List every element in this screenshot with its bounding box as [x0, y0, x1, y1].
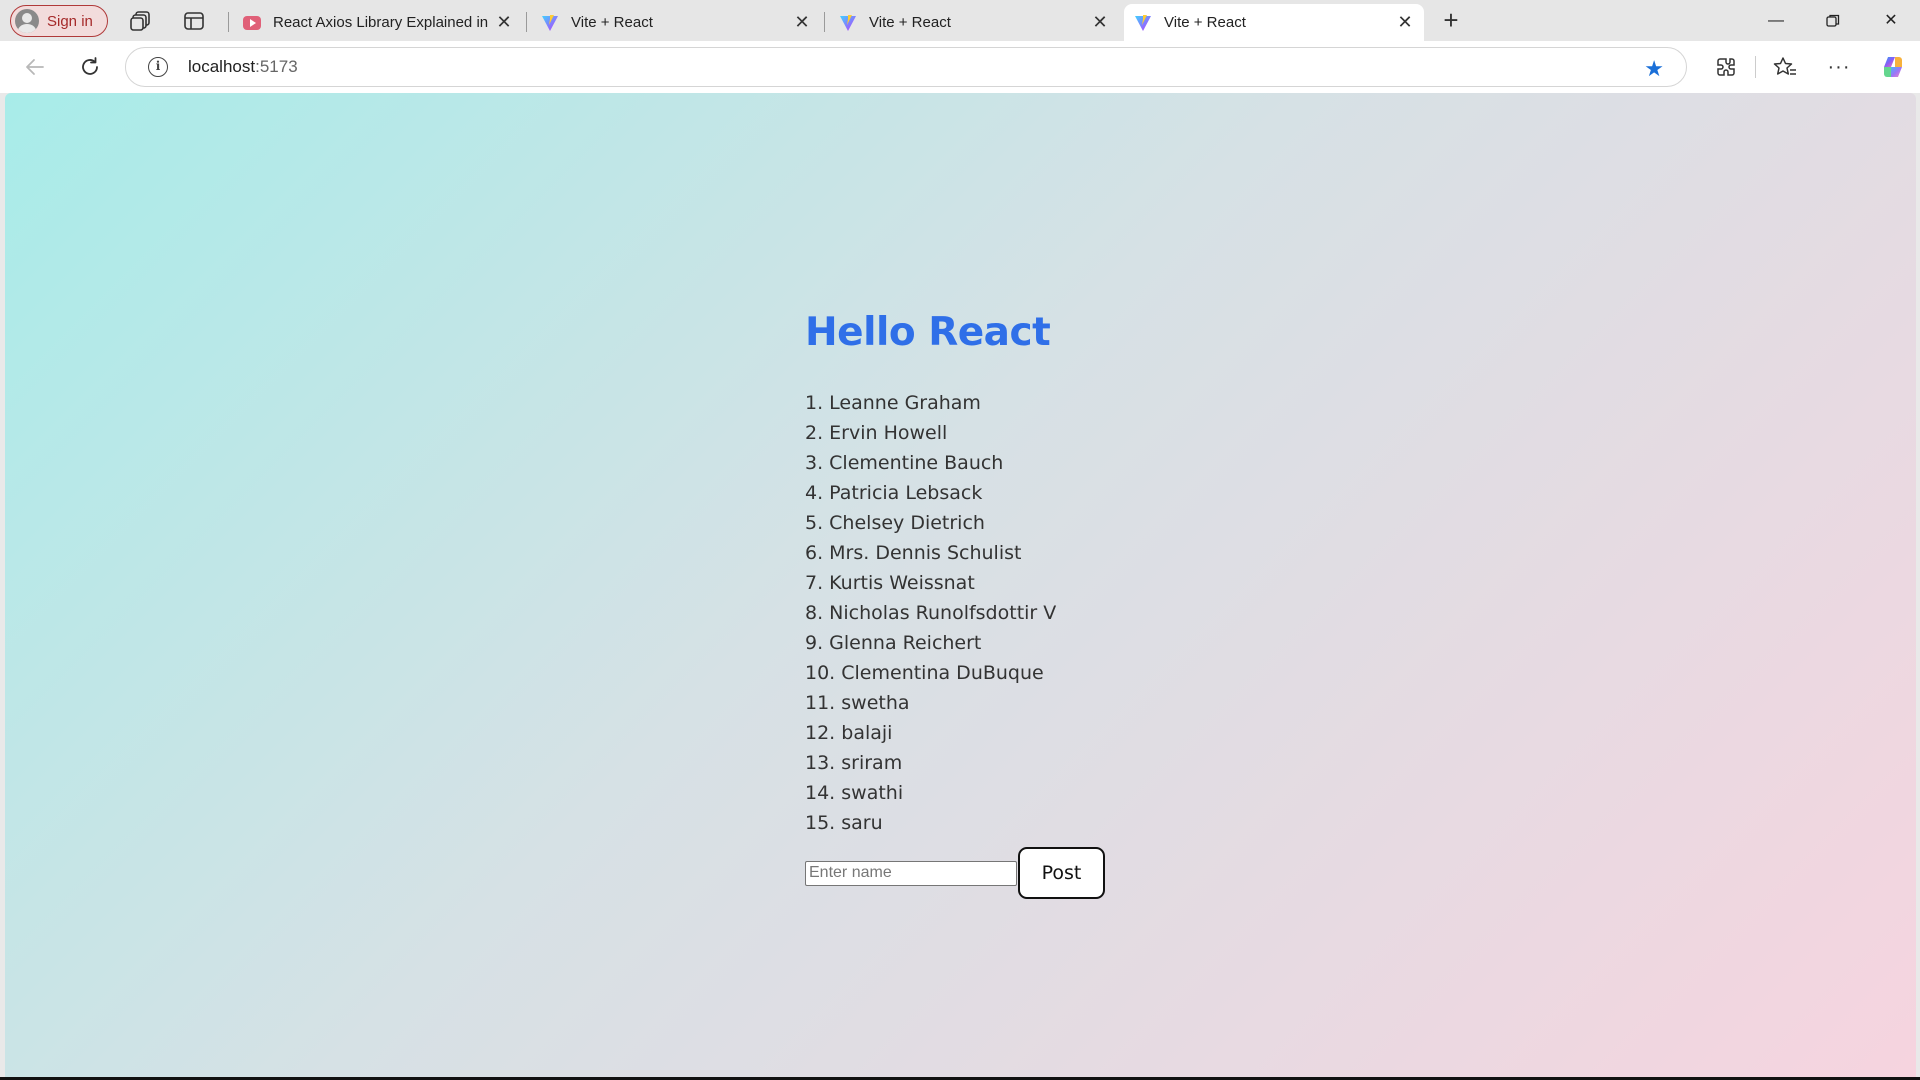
- vertical-tabs-icon[interactable]: [182, 9, 206, 33]
- user-list-item: 11. swetha: [805, 692, 910, 714]
- favorite-star-icon[interactable]: ★: [1644, 56, 1664, 82]
- tab-vite-react-active[interactable]: Vite + React ✕: [1124, 4, 1424, 41]
- profile-avatar-icon: [15, 9, 39, 33]
- url-host: localhost: [188, 57, 256, 76]
- url-port: :5173: [255, 57, 298, 76]
- tab-strip: Sign in React Axios Library Explained in…: [0, 0, 1920, 41]
- new-tab-button[interactable]: +: [1438, 7, 1464, 34]
- site-info-icon[interactable]: i: [148, 57, 168, 77]
- tab-vite-react-2[interactable]: Vite + React ✕: [829, 4, 1119, 41]
- user-list-item: 14. swathi: [805, 782, 904, 804]
- youtube-icon: [243, 14, 261, 32]
- more-options-icon[interactable]: ···: [1825, 53, 1853, 81]
- refresh-icon[interactable]: [76, 53, 104, 81]
- tab-separator: [824, 12, 825, 32]
- tab-title: Vite + React: [1164, 14, 1246, 31]
- vite-icon: [839, 14, 857, 32]
- back-arrow-icon[interactable]: [21, 53, 49, 81]
- name-input[interactable]: [805, 860, 1017, 886]
- toolbar-separator: [1755, 56, 1756, 78]
- address-url: localhost:5173: [188, 57, 298, 77]
- user-list-item: 8. Nicholas Runolfsdottir V: [805, 602, 1057, 624]
- tab-title: Vite + React: [571, 14, 653, 31]
- tab-title: React Axios Library Explained in Tamil: [273, 14, 489, 31]
- close-window-icon[interactable]: ✕: [1871, 7, 1911, 35]
- workspaces-icon[interactable]: [129, 9, 153, 33]
- post-form: Post: [805, 847, 1405, 899]
- vite-icon: [1134, 14, 1152, 32]
- user-list-item: 2. Ervin Howell: [805, 422, 948, 444]
- tab-title: Vite + React: [869, 14, 951, 31]
- user-list-item: 4. Patricia Lebsack: [805, 482, 983, 504]
- user-list-item: 13. sriram: [805, 752, 903, 774]
- user-list-item: 1. Leanne Graham: [805, 392, 981, 414]
- user-list-item: 12. balaji: [805, 722, 893, 744]
- restore-icon[interactable]: [1813, 7, 1853, 35]
- close-tab-icon[interactable]: ✕: [793, 12, 811, 33]
- tab-react-axios[interactable]: React Axios Library Explained in Tamil ✕: [233, 4, 523, 41]
- user-list: 1. Leanne Graham 2. Ervin Howell 3. Clemen…: [805, 388, 1405, 838]
- address-bar[interactable]: i localhost:5173 ★: [125, 47, 1687, 87]
- browser-toolbar: i localhost:5173 ★ ···: [0, 41, 1920, 93]
- user-list-item: 6. Mrs. Dennis Schulist: [805, 542, 1022, 564]
- user-list-item: 3. Clementine Bauch: [805, 452, 1004, 474]
- post-button[interactable]: Post: [1018, 847, 1105, 899]
- user-list-item: 15. saru: [805, 812, 883, 834]
- vite-icon: [541, 14, 559, 32]
- user-list-item: 7. Kurtis Weissnat: [805, 572, 975, 594]
- user-list-item: 10. Clementina DuBuque: [805, 662, 1044, 684]
- favorites-icon[interactable]: [1771, 53, 1799, 81]
- extensions-icon[interactable]: [1711, 53, 1739, 81]
- user-list-item: 9. Glenna Reichert: [805, 632, 982, 654]
- tab-separator: [526, 12, 527, 32]
- app-root: Hello React 1. Leanne Graham 2. Ervin How…: [805, 309, 1405, 899]
- close-tab-icon[interactable]: ✕: [1091, 12, 1109, 33]
- close-tab-icon[interactable]: ✕: [495, 12, 513, 33]
- user-list-item: 5. Chelsey Dietrich: [805, 512, 985, 534]
- copilot-icon[interactable]: [1879, 53, 1907, 81]
- tab-vite-react-1[interactable]: Vite + React ✕: [531, 4, 821, 41]
- sign-in-label: Sign in: [47, 12, 93, 30]
- page-heading: Hello React: [805, 310, 1051, 355]
- tab-separator: [228, 12, 229, 32]
- minimize-icon[interactable]: —: [1756, 7, 1796, 35]
- close-tab-icon[interactable]: ✕: [1396, 12, 1414, 33]
- sign-in-button[interactable]: Sign in: [10, 5, 108, 37]
